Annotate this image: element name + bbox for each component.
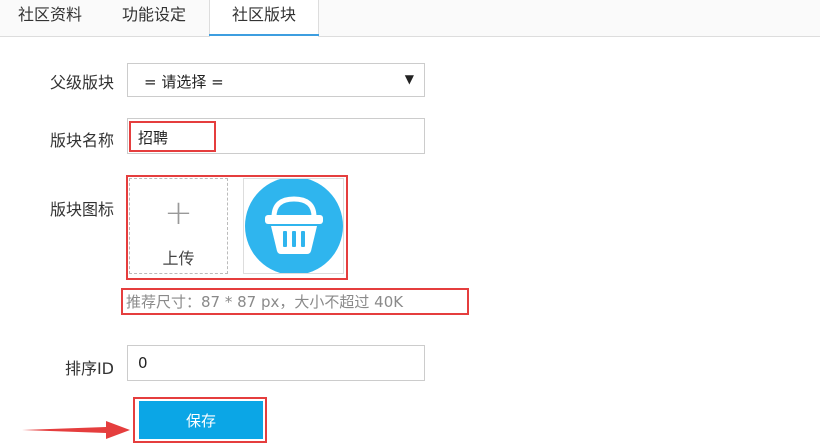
sort-id-value: 0 bbox=[138, 354, 148, 372]
tab-bar: 社区资料 功能设定 社区版块 bbox=[0, 0, 820, 37]
arrow-right-icon bbox=[22, 421, 130, 439]
section-name-label: 版块名称 bbox=[49, 131, 114, 150]
highlight-box-name bbox=[129, 121, 216, 152]
sort-id-label: 排序ID bbox=[64, 359, 114, 378]
parent-section-label: 父级版块 bbox=[49, 73, 114, 92]
caret-down-icon: ▼ bbox=[404, 72, 414, 86]
tab-label: 功能设定 bbox=[121, 5, 186, 24]
tab-function-settings[interactable]: 功能设定 bbox=[100, 0, 208, 36]
tab-community-profile[interactable]: 社区资料 bbox=[0, 0, 100, 36]
sort-id-input[interactable]: 0 bbox=[127, 345, 425, 381]
save-button[interactable]: 保存 bbox=[139, 401, 263, 439]
highlight-box-icons bbox=[126, 175, 348, 280]
tab-label: 社区版块 bbox=[231, 5, 296, 24]
parent-section-select[interactable]: = 请选择 = ▼ bbox=[127, 63, 425, 97]
highlight-box-hint bbox=[121, 288, 469, 315]
tab-label: 社区资料 bbox=[17, 5, 82, 24]
tab-community-sections[interactable]: 社区版块 bbox=[209, 0, 319, 37]
parent-section-value: = 请选择 = bbox=[144, 73, 224, 91]
section-icon-label: 版块图标 bbox=[49, 200, 114, 219]
